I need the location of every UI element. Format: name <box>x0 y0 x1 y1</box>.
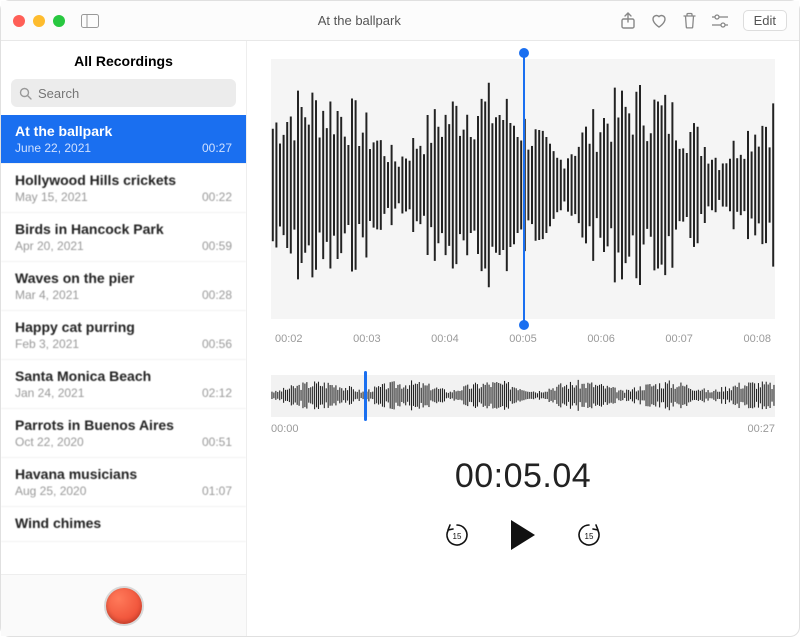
recording-duration: 00:56 <box>202 337 232 351</box>
content-area: 00:02 00:03 00:04 00:05 00:06 00:07 00:08 00:0… <box>247 41 799 636</box>
recording-item[interactable]: Santa Monica Beach Jan 24, 2021 02:12 <box>1 360 246 409</box>
fullscreen-window-button[interactable] <box>53 15 65 27</box>
skip-back-15-button[interactable]: 15 <box>443 521 471 549</box>
window-controls <box>13 15 65 27</box>
recording-item[interactable]: At the ballpark June 22, 2021 00:27 <box>1 115 246 164</box>
toggle-sidebar-button[interactable] <box>81 14 99 28</box>
svg-text:15: 15 <box>453 532 462 541</box>
overview-start-label: 00:00 <box>271 423 299 435</box>
recording-date: Mar 4, 2021 <box>15 288 79 302</box>
search-icon <box>19 87 32 100</box>
timecode: 00:05.04 <box>271 457 775 496</box>
search-input[interactable] <box>38 86 228 101</box>
favorite-button[interactable] <box>650 13 668 29</box>
edit-button[interactable]: Edit <box>743 10 787 31</box>
recording-date: Jan 24, 2021 <box>15 386 84 400</box>
minimize-window-button[interactable] <box>33 15 45 27</box>
overview-end-label: 00:27 <box>747 423 775 435</box>
recording-title: Birds in Hancock Park <box>15 221 232 237</box>
recording-duration: 00:28 <box>202 288 232 302</box>
recording-item[interactable]: Havana musicians Aug 25, 2020 01:07 <box>1 458 246 507</box>
delete-button[interactable] <box>682 12 697 29</box>
tick-label: 00:03 <box>353 333 381 345</box>
recording-item[interactable]: Wind chimes <box>1 507 246 542</box>
waveform-main[interactable] <box>271 59 775 319</box>
recording-date: May 15, 2021 <box>15 190 88 204</box>
playhead[interactable] <box>523 53 525 325</box>
share-button[interactable] <box>620 12 636 30</box>
playback-controls: 15 15 <box>271 520 775 550</box>
recording-item[interactable]: Parrots in Buenos Aires Oct 22, 2020 00:51 <box>1 409 246 458</box>
settings-sliders-button[interactable] <box>711 14 729 28</box>
recording-date: Apr 20, 2021 <box>15 239 84 253</box>
recording-item[interactable]: Waves on the pier Mar 4, 2021 00:28 <box>1 262 246 311</box>
recording-duration: 02:12 <box>202 386 232 400</box>
recording-duration: 00:51 <box>202 435 232 449</box>
recording-item[interactable]: Birds in Hancock Park Apr 20, 2021 00:59 <box>1 213 246 262</box>
waveform-overview[interactable] <box>271 375 775 417</box>
recording-duration: 00:59 <box>202 239 232 253</box>
recording-date: June 22, 2021 <box>15 141 91 155</box>
sidebar: All Recordings At the ballpark June 22, 2… <box>1 41 247 636</box>
svg-text:15: 15 <box>585 532 594 541</box>
titlebar: At the ballpark Edit <box>1 1 799 41</box>
play-icon <box>511 520 535 550</box>
recording-duration: 01:07 <box>202 484 232 498</box>
skip-forward-15-button[interactable]: 15 <box>575 521 603 549</box>
recording-item[interactable]: Happy cat purring Feb 3, 2021 00:56 <box>1 311 246 360</box>
recording-date: Feb 3, 2021 <box>15 337 79 351</box>
recording-title: Hollywood Hills crickets <box>15 172 232 188</box>
tick-label: 00:08 <box>743 333 771 345</box>
toolbar-actions: Edit <box>620 10 787 31</box>
recording-duration: 00:27 <box>202 141 232 155</box>
record-button[interactable] <box>104 586 144 626</box>
recording-date: Aug 25, 2020 <box>15 484 86 498</box>
search-field[interactable] <box>11 79 236 107</box>
close-window-button[interactable] <box>13 15 25 27</box>
recordings-list: At the ballpark June 22, 2021 00:27 Hollywo… <box>1 115 246 574</box>
tick-label: 00:02 <box>275 333 303 345</box>
recording-title: At the ballpark <box>15 123 232 139</box>
tick-label: 00:04 <box>431 333 459 345</box>
tick-label: 00:07 <box>665 333 693 345</box>
recording-duration: 00:22 <box>202 190 232 204</box>
recording-title: Wind chimes <box>15 515 232 531</box>
sidebar-footer <box>1 574 246 636</box>
tick-label: 00:06 <box>587 333 615 345</box>
window-title: At the ballpark <box>99 13 620 28</box>
overview-playhead[interactable] <box>364 371 367 421</box>
recording-item[interactable]: Hollywood Hills crickets May 15, 2021 00:2… <box>1 164 246 213</box>
recording-title: Waves on the pier <box>15 270 232 286</box>
overview-labels: 00:00 00:27 <box>271 417 775 435</box>
recording-title: Havana musicians <box>15 466 232 482</box>
recording-date: Oct 22, 2020 <box>15 435 84 449</box>
tick-label: 00:05 <box>509 333 537 345</box>
recording-title: Parrots in Buenos Aires <box>15 417 232 433</box>
recording-title: Santa Monica Beach <box>15 368 232 384</box>
sidebar-header: All Recordings <box>1 41 246 79</box>
play-button[interactable] <box>511 520 535 550</box>
recording-title: Happy cat purring <box>15 319 232 335</box>
